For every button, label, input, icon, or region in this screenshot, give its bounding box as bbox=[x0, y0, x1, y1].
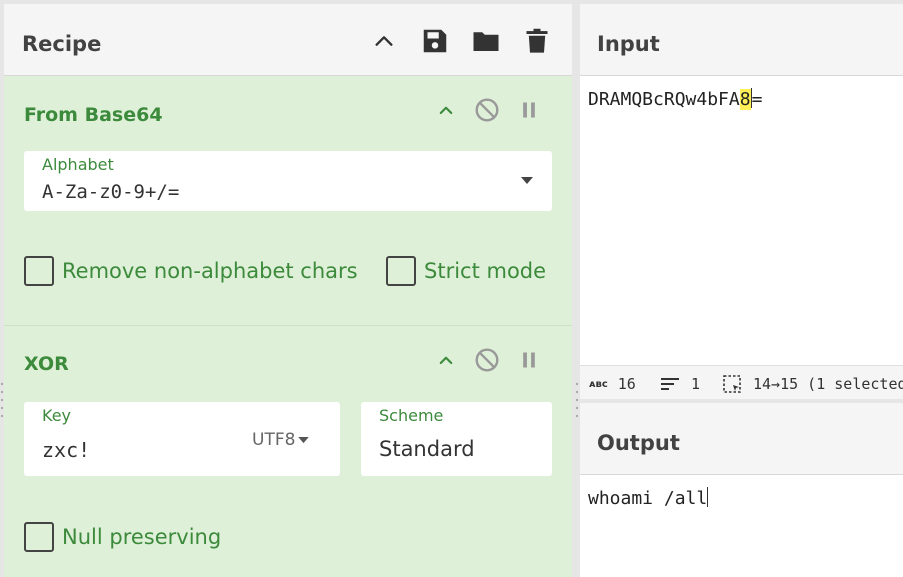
input-statusbar: ᴀʙᴄ 16 1 14→15 (1 selected) bbox=[580, 365, 903, 399]
strict-mode-label: Strict mode bbox=[424, 259, 547, 283]
output-panel: Output whoami /all bbox=[580, 403, 903, 577]
strict-mode-checkbox[interactable]: Strict mode bbox=[386, 256, 546, 286]
alphabet-label: Alphabet bbox=[42, 155, 114, 174]
folder-icon bbox=[473, 32, 499, 51]
recipe-panel: Recipe From Base64 Alphabet A-Za-z0-9+/=… bbox=[4, 4, 572, 577]
disable-operation-button[interactable] bbox=[473, 96, 501, 124]
remove-nonalphabet-checkbox[interactable]: Remove non-alphabet chars bbox=[24, 256, 358, 286]
input-title: Input bbox=[597, 32, 660, 56]
load-recipe-button[interactable] bbox=[469, 24, 503, 58]
collapse-all-button[interactable] bbox=[367, 24, 401, 58]
output-text: whoami /all bbox=[588, 488, 708, 509]
input-textarea[interactable]: DRAMQBcRQw4bFA8= bbox=[588, 88, 762, 110]
operation-title: XOR bbox=[24, 353, 69, 375]
selection-stat: 14→15 (1 selected) bbox=[723, 375, 903, 393]
recipe-header: Recipe bbox=[4, 4, 572, 76]
pause-icon bbox=[523, 102, 535, 118]
length-stat: ᴀʙᴄ 16 bbox=[589, 375, 636, 393]
length-value: 16 bbox=[617, 375, 636, 393]
collapse-operation-button[interactable] bbox=[432, 96, 460, 124]
alphabet-select[interactable]: Alphabet A-Za-z0-9+/= bbox=[24, 151, 552, 211]
lines-stat: 1 bbox=[661, 375, 700, 393]
scheme-select[interactable]: Scheme Standard bbox=[361, 402, 552, 476]
caret-down-icon bbox=[298, 436, 310, 443]
collapse-operation-button[interactable] bbox=[432, 346, 460, 374]
cyberchef-app: Recipe From Base64 Alphabet A-Za-z0-9+/=… bbox=[0, 0, 903, 577]
key-input[interactable]: Key zxc! UTF8 bbox=[24, 402, 340, 476]
text-cursor bbox=[707, 487, 709, 507]
scheme-value: Standard bbox=[379, 437, 475, 461]
breakpoint-button[interactable] bbox=[515, 346, 543, 374]
trash-icon bbox=[526, 28, 548, 53]
operation-from-base64: From Base64 Alphabet A-Za-z0-9+/= Remove… bbox=[4, 76, 572, 326]
alphabet-value: A-Za-z0-9+/= bbox=[42, 181, 180, 203]
null-preserving-label: Null preserving bbox=[62, 525, 222, 549]
input-text-after: = bbox=[751, 89, 763, 110]
chevron-up-icon bbox=[375, 36, 393, 46]
breakpoint-button[interactable] bbox=[515, 96, 543, 124]
vertical-resize-handle[interactable] bbox=[575, 380, 579, 424]
disable-operation-button[interactable] bbox=[473, 346, 501, 374]
scheme-label: Scheme bbox=[379, 406, 444, 425]
pause-icon bbox=[523, 352, 535, 368]
input-text-selected: 8 bbox=[739, 89, 751, 110]
key-encoding-label: UTF8 bbox=[252, 430, 296, 450]
left-resize-handle[interactable] bbox=[0, 380, 4, 424]
input-header: Input bbox=[580, 4, 903, 76]
save-icon bbox=[423, 29, 447, 53]
input-panel: Input DRAMQBcRQw4bFA8= ᴀʙᴄ 16 1 14→15 (1… bbox=[580, 4, 903, 399]
output-title: Output bbox=[597, 431, 680, 455]
chevron-up-icon bbox=[439, 356, 453, 365]
operation-xor: XOR Key zxc! UTF8 Scheme Standard Null p… bbox=[4, 326, 572, 577]
output-header: Output bbox=[580, 403, 903, 475]
disable-icon bbox=[475, 98, 499, 122]
checkbox-box[interactable] bbox=[24, 522, 54, 552]
clear-recipe-button[interactable] bbox=[520, 24, 554, 58]
lines-value: 1 bbox=[691, 375, 701, 393]
chevron-up-icon bbox=[439, 106, 453, 115]
selection-icon bbox=[723, 375, 741, 393]
save-recipe-button[interactable] bbox=[418, 24, 452, 58]
input-text-before: DRAMQBcRQw4bFA bbox=[588, 89, 740, 110]
remove-nonalphabet-label: Remove non-alphabet chars bbox=[62, 259, 358, 283]
checkbox-box[interactable] bbox=[24, 256, 54, 286]
abc-icon: ᴀʙᴄ bbox=[589, 378, 608, 390]
selection-value: 14→15 (1 selected) bbox=[753, 375, 903, 393]
caret-down-icon bbox=[521, 177, 533, 184]
recipe-title: Recipe bbox=[22, 32, 102, 56]
checkbox-box[interactable] bbox=[386, 256, 416, 286]
null-preserving-checkbox[interactable]: Null preserving bbox=[24, 522, 221, 552]
output-textarea[interactable]: whoami /all bbox=[588, 487, 709, 509]
key-label: Key bbox=[42, 406, 72, 425]
operation-title: From Base64 bbox=[24, 104, 163, 126]
key-value: zxc! bbox=[42, 438, 91, 462]
key-encoding-dropdown[interactable]: UTF8 bbox=[252, 430, 310, 450]
disable-icon bbox=[475, 348, 499, 372]
lines-icon bbox=[661, 378, 679, 390]
